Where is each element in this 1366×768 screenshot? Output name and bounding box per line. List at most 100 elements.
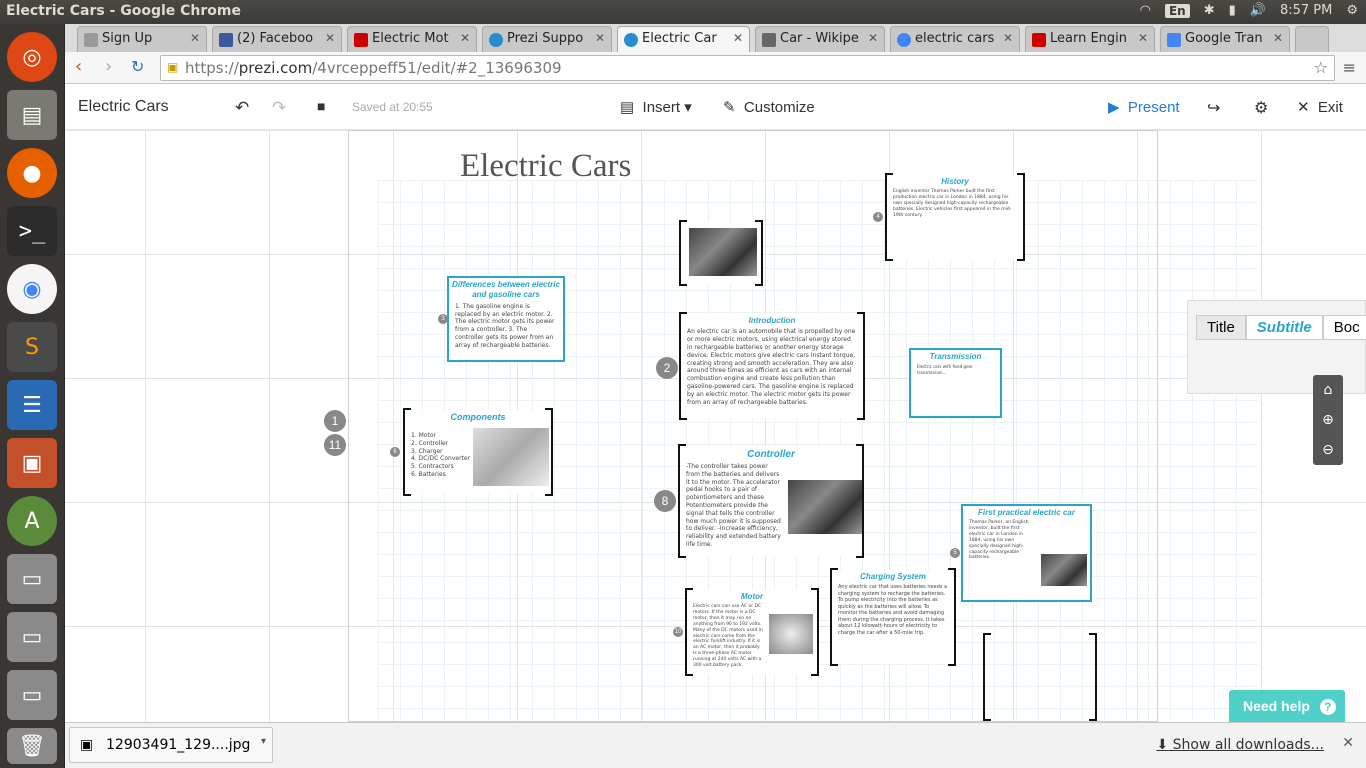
chrome-icon[interactable]: ◉ bbox=[7, 264, 57, 314]
chevron-down-icon[interactable]: ▾ bbox=[261, 736, 266, 747]
frame-charging-system[interactable]: Charging System Any electric car that us… bbox=[830, 568, 956, 666]
present-button[interactable]: ▶ Present bbox=[1108, 98, 1180, 116]
terminal-icon[interactable]: >_ bbox=[7, 206, 57, 256]
frame-transmission[interactable]: Transmission Electric cars with fixed ge… bbox=[909, 348, 1002, 418]
insert-menu-button[interactable]: ▤ Insert ▾ bbox=[620, 98, 692, 116]
bookmark-star-icon[interactable]: ☆ bbox=[1314, 58, 1328, 77]
zoom-out-icon[interactable]: ⊖ bbox=[1313, 435, 1343, 465]
browser-tab[interactable]: Learn Engin ✕ bbox=[1025, 26, 1155, 52]
subtitle-style-tab[interactable]: Subtitle bbox=[1245, 315, 1323, 340]
close-icon[interactable]: ✕ bbox=[325, 31, 335, 45]
close-icon[interactable]: ✕ bbox=[733, 31, 743, 45]
frame-controller[interactable]: Controller -The controller takes power f… bbox=[678, 444, 864, 558]
step-number[interactable]: 5 bbox=[950, 548, 960, 558]
close-icon[interactable]: ✕ bbox=[1138, 31, 1148, 45]
insert-icon: ▤ bbox=[620, 99, 635, 116]
help-icon: ? bbox=[1319, 699, 1336, 715]
wifi-icon[interactable]: ◠ bbox=[1140, 3, 1151, 18]
files-icon[interactable]: ▤ bbox=[7, 90, 57, 140]
step-number[interactable]: 1 bbox=[324, 410, 346, 432]
main-title[interactable]: Electric Cars bbox=[460, 148, 631, 185]
browser-tab[interactable]: Google Tran ✕ bbox=[1160, 26, 1290, 52]
title-style-tab[interactable]: Title bbox=[1196, 315, 1246, 340]
close-icon[interactable]: ✕ bbox=[1273, 31, 1283, 45]
home-icon[interactable]: ⌂ bbox=[1313, 375, 1343, 405]
browser-tab[interactable]: electric cars ✕ bbox=[890, 26, 1020, 52]
trash-icon[interactable]: 🗑 bbox=[7, 728, 57, 764]
chrome-menu-icon[interactable]: ≡ bbox=[1343, 58, 1356, 77]
customize-button[interactable]: ✎ Customize bbox=[723, 98, 815, 116]
bluetooth-icon[interactable]: ✱ bbox=[1204, 3, 1215, 18]
prezi-canvas[interactable]: Electric Cars Differences between electr… bbox=[65, 130, 1366, 722]
download-bar: ▣ 12903491_129....jpg ▾ ⬇ Show all downl… bbox=[65, 722, 1366, 768]
close-icon[interactable]: ✕ bbox=[190, 31, 200, 45]
libreoffice-impress-icon[interactable]: ▣ bbox=[7, 438, 57, 488]
frame-introduction[interactable]: Introduction An electric car is an autom… bbox=[679, 312, 865, 420]
exit-button[interactable]: ✕ Exit bbox=[1297, 98, 1343, 116]
show-all-downloads-link[interactable]: ⬇ Show all downloads... bbox=[1156, 737, 1324, 753]
step-number[interactable]: 4 bbox=[873, 212, 883, 222]
libreoffice-writer-icon[interactable]: ☰ bbox=[7, 380, 57, 430]
system-tray: ◠ En ✱ ▮ 🔊 8:57 PM ⚙ bbox=[1140, 3, 1358, 18]
browser-tab[interactable]: Car - Wikipe ✕ bbox=[755, 26, 885, 52]
step-number[interactable]: 10 bbox=[673, 627, 683, 637]
settings-gear-icon[interactable]: ⚙ bbox=[1254, 98, 1268, 118]
close-icon[interactable]: ✕ bbox=[595, 31, 605, 45]
frame-history[interactable]: History English inventor Thomas Parker b… bbox=[885, 173, 1025, 261]
redo-icon[interactable]: ↷ bbox=[272, 98, 286, 118]
step-number[interactable]: 6 bbox=[390, 447, 400, 457]
battery-icon[interactable]: ▮ bbox=[1229, 3, 1236, 18]
browser-tab[interactable]: Electric Mot ✕ bbox=[347, 26, 477, 52]
undo-icon[interactable]: ↶ bbox=[235, 98, 249, 118]
drive-icon[interactable]: ▭ bbox=[7, 554, 57, 604]
browser-tab[interactable]: (2) Faceboo ✕ bbox=[212, 26, 342, 52]
browser-tab[interactable]: Sign Up ✕ bbox=[77, 26, 207, 52]
firefox-icon[interactable]: ● bbox=[7, 148, 57, 198]
engine-photo bbox=[689, 228, 757, 276]
software-updater-icon[interactable]: A bbox=[7, 496, 57, 546]
components-list: 1. Motor 2. Controller 3. Charger 4. DC/… bbox=[411, 432, 471, 478]
close-icon[interactable]: ✕ bbox=[868, 31, 878, 45]
close-icon[interactable]: ✕ bbox=[460, 31, 470, 45]
keyboard-layout[interactable]: En bbox=[1164, 3, 1190, 18]
frame-first-practical-car[interactable]: First practical electric car Thomas Park… bbox=[961, 504, 1092, 602]
back-arrow-icon[interactable]: ‹ bbox=[75, 56, 82, 77]
drive-icon[interactable]: ▭ bbox=[7, 670, 57, 720]
step-number[interactable]: 8 bbox=[654, 490, 676, 512]
browser-tab-strip: Sign Up ✕ (2) Faceboo ✕ Electric Mot ✕ Prez… bbox=[65, 24, 1366, 52]
frame-motor[interactable]: Motor Electric cars can use AC or DC mot… bbox=[685, 588, 819, 676]
browser-tab-active[interactable]: Electric Car ✕ bbox=[617, 26, 750, 52]
browser-tab[interactable]: Prezi Suppo ✕ bbox=[482, 26, 612, 52]
close-icon[interactable]: ✕ bbox=[1003, 31, 1013, 45]
sublime-text-icon[interactable]: S bbox=[7, 322, 57, 372]
prezi-icon bbox=[624, 33, 638, 47]
system-top-bar: Electric Cars - Google Chrome ◠ En ✱ ▮ 🔊… bbox=[0, 0, 1366, 24]
step-number[interactable]: 2 bbox=[656, 357, 678, 379]
share-icon[interactable]: ↪ bbox=[1207, 98, 1220, 118]
frame-components[interactable]: Components 1. Motor 2. Controller 3. Cha… bbox=[403, 408, 553, 496]
body-style-tab[interactable]: Boc bbox=[1322, 315, 1366, 340]
address-bar[interactable]: ▣ https://prezi.com/4vrceppeff51/edit/#2… bbox=[160, 55, 1335, 81]
need-help-button[interactable]: Need help ? bbox=[1229, 690, 1345, 722]
frame-empty[interactable] bbox=[983, 633, 1097, 721]
frame-differences[interactable]: Differences between electric and gasolin… bbox=[447, 276, 565, 362]
download-item[interactable]: ▣ 12903491_129....jpg ▾ bbox=[69, 727, 273, 763]
step-number[interactable]: 3 bbox=[438, 314, 448, 324]
volume-icon[interactable]: 🔊 bbox=[1250, 3, 1266, 18]
frame-engine-photo[interactable] bbox=[679, 220, 763, 286]
presentation-title[interactable]: Electric Cars bbox=[78, 98, 169, 116]
youtube-icon bbox=[354, 33, 368, 47]
close-icon[interactable]: ✕ bbox=[1342, 735, 1354, 751]
clock[interactable]: 8:57 PM bbox=[1280, 3, 1332, 18]
zoom-in-icon[interactable]: ⊕ bbox=[1313, 405, 1343, 435]
step-number[interactable]: 11 bbox=[324, 434, 346, 456]
ubuntu-dash-icon[interactable]: ◎ bbox=[7, 32, 57, 82]
reload-icon[interactable]: ↻ bbox=[131, 57, 144, 76]
settings-gear-icon[interactable]: ⚙ bbox=[1346, 3, 1358, 18]
save-icon[interactable]: ■ bbox=[317, 98, 325, 114]
brush-icon: ✎ bbox=[723, 99, 736, 116]
forward-arrow-icon[interactable]: › bbox=[105, 56, 112, 77]
facebook-icon bbox=[219, 33, 233, 47]
drive-icon[interactable]: ▭ bbox=[7, 612, 57, 662]
new-tab-button[interactable] bbox=[1295, 26, 1329, 52]
